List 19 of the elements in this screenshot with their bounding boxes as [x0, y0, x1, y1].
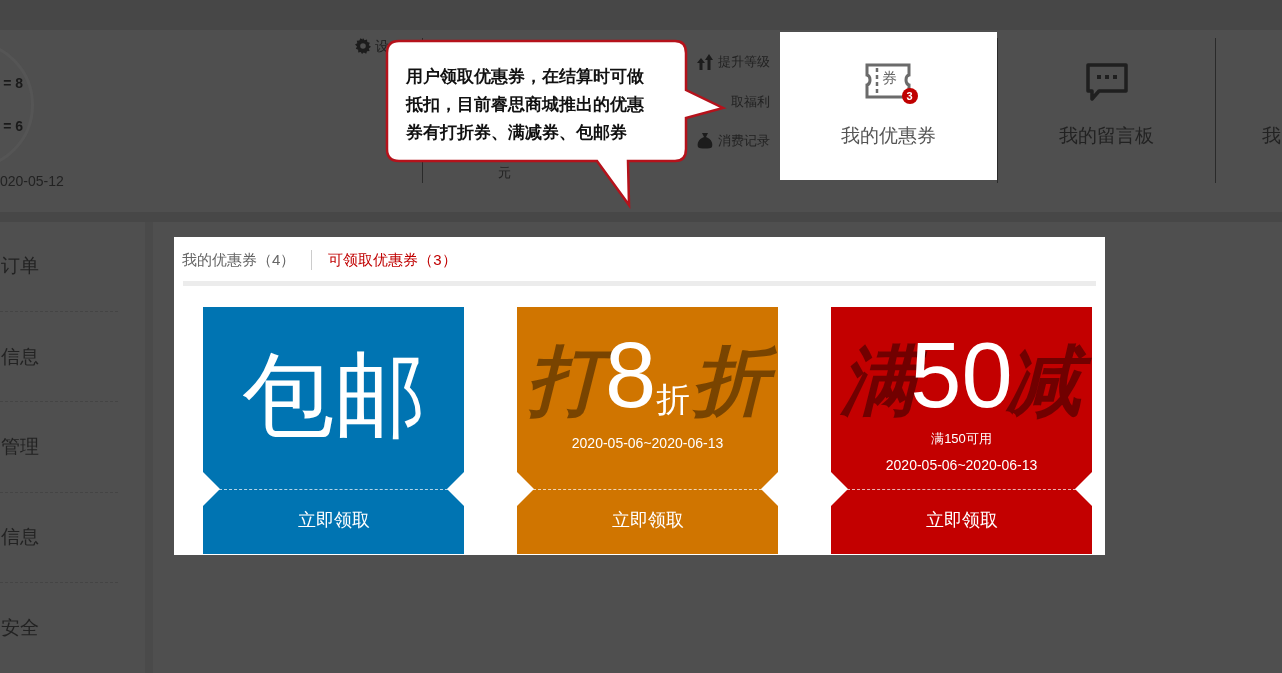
ticket-label: 券	[881, 68, 897, 88]
coupon-title: 包邮	[240, 349, 427, 441]
count-badge: 3	[901, 88, 918, 104]
coupon-tab[interactable]: 可领取优惠券（3）	[328, 248, 457, 272]
valid-dates: 2020-05-06~2020-06-13	[571, 434, 724, 453]
settings-icon	[355, 38, 371, 54]
nav-label: 我的优惠券	[841, 124, 936, 148]
usage-condition: 满150可用	[931, 430, 992, 448]
nav-tab[interactable]: 券 3 我的优惠券	[780, 32, 997, 180]
claim-button[interactable]: 立即领取	[203, 490, 464, 554]
ticket-icon	[863, 62, 912, 100]
money-bag-icon	[696, 131, 714, 150]
callout-text: 用户领取优惠券，在结算时可做抵扣，目前睿思商城推出的优惠券有打折券、满减券、包邮券	[406, 66, 645, 144]
valid-dates: 2020-05-06~2020-06-13	[885, 455, 1038, 475]
coupon-tab[interactable]: 我的优惠券（4）	[182, 248, 296, 272]
claim-button[interactable]: 立即领取	[517, 490, 778, 554]
arrow-up-icon	[696, 53, 714, 70]
claim-button[interactable]: 立即领取	[831, 490, 1092, 554]
chat-bubble-icon	[1084, 62, 1129, 102]
